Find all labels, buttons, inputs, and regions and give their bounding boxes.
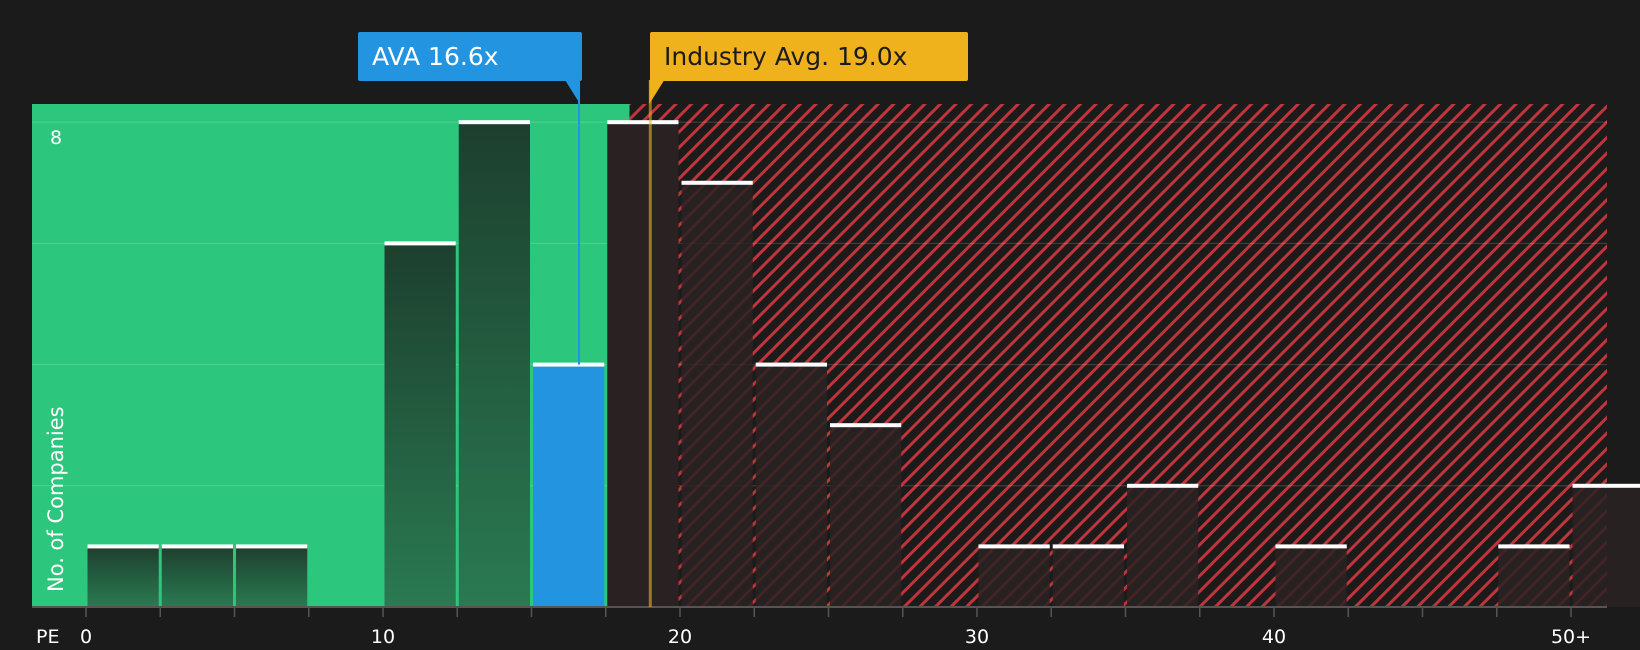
bar-cap [384,241,456,246]
company-pe-callout: AVA 16.6x [358,32,582,81]
bar-cap [830,423,902,428]
bar-cap [236,544,308,549]
histogram-bar [533,364,605,607]
pe-distribution-chart: 0 10 20 30 40 50+ PE 8 No. of Companies AVA 16.6… [0,0,1640,650]
x-tick-label: 0 [80,626,92,648]
histogram-bar [236,546,308,607]
bar-cap [1498,544,1570,549]
chart-canvas: 0 10 20 30 40 50+ PE 8 No. of Companies [32,80,1640,648]
x-axis-label: PE [36,626,59,648]
y-axis-label: No. of Companies [44,406,68,592]
bar-cap [607,120,679,125]
bar-cap [1127,483,1199,488]
histogram-bar [87,546,159,607]
x-tick-label: 30 [965,626,989,648]
histogram-bar [755,364,827,607]
histogram-bar [1498,546,1570,607]
histogram-bar [458,122,530,607]
x-tick-label: 10 [371,626,395,648]
histogram-bar [161,546,233,607]
histogram-bar [830,425,902,607]
bar-cap [458,120,530,125]
x-tick-label: 50+ [1551,626,1591,648]
histogram-bar [1572,485,1640,607]
bar-cap [755,362,827,367]
bar-cap [978,544,1050,549]
bar-cap [533,362,605,367]
bar-cap [1052,544,1124,549]
bar-cap [1275,544,1347,549]
bar-cap [681,180,753,185]
y-tick-label: 8 [50,127,62,149]
company-callout-pointer [565,80,581,104]
histogram-bar [1052,546,1124,607]
histogram-bar [384,243,456,607]
bar-cap [1572,483,1640,488]
histogram-bar [978,546,1050,607]
histogram-bar [1127,485,1199,607]
x-tick-label: 40 [1262,626,1286,648]
industry-avg-callout: Industry Avg. 19.0x [650,32,968,81]
bar-cap [87,544,159,549]
x-tick-label: 20 [668,626,692,648]
histogram-bar [681,182,753,607]
histogram-bar [1275,546,1347,607]
histogram-bar [607,122,679,607]
bar-cap [161,544,233,549]
